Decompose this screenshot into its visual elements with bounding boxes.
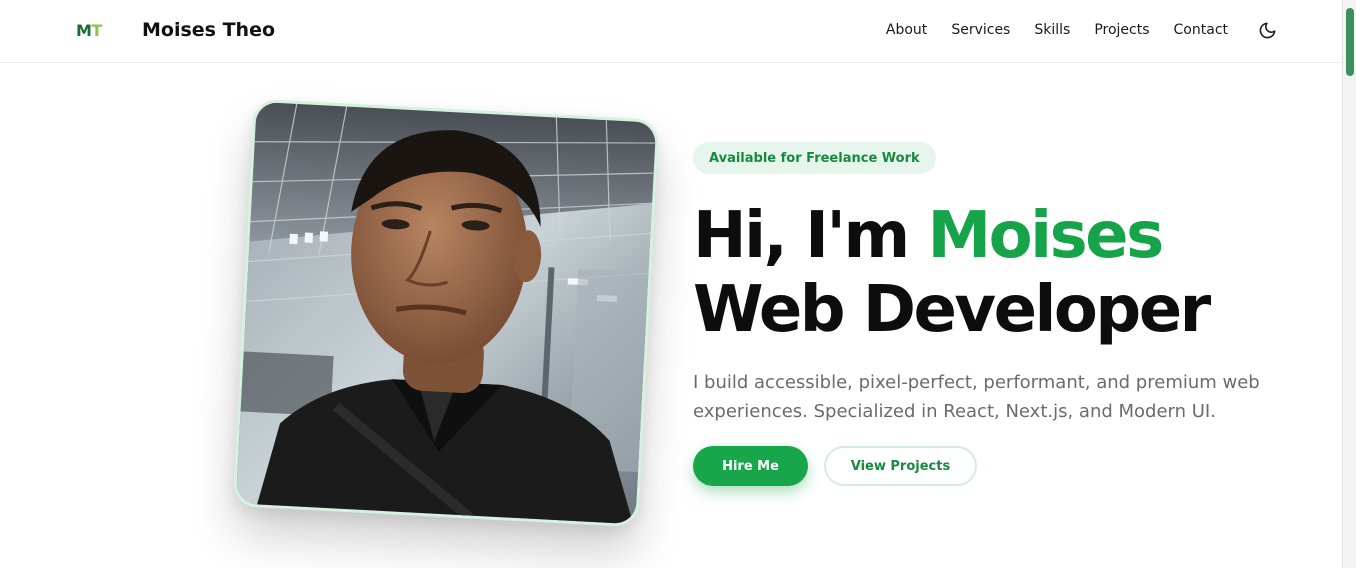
profile-photo-illustration: [235, 101, 660, 528]
page-scrollbar[interactable]: [1342, 0, 1356, 568]
nav-link-contact[interactable]: Contact: [1174, 18, 1228, 42]
profile-photo: [232, 98, 660, 528]
scrollbar-thumb[interactable]: [1346, 8, 1354, 76]
moon-icon: [1259, 22, 1275, 38]
nav-link-about[interactable]: About: [886, 18, 927, 42]
site-header: MT Moises Theo About Services Skills Pro…: [0, 0, 1342, 63]
nav-link-services[interactable]: Services: [951, 18, 1010, 42]
hire-me-button[interactable]: Hire Me: [693, 446, 808, 486]
headline-name: Moises: [927, 199, 1164, 273]
main-nav: About Services Skills Projects Contact: [862, 18, 1278, 42]
view-projects-button[interactable]: View Projects: [824, 446, 977, 486]
headline-prefix: Hi, I'm: [693, 199, 928, 273]
nav-link-skills[interactable]: Skills: [1034, 18, 1070, 42]
headline-role: Web Developer: [693, 273, 1211, 347]
availability-badge: Available for Freelance Work: [693, 142, 936, 174]
theme-toggle-button[interactable]: [1256, 19, 1278, 41]
nav-link-projects[interactable]: Projects: [1094, 18, 1149, 42]
hero-headline: Hi, I'm Moises Web Developer: [693, 199, 1211, 347]
hero-bio: I build accessible, pixel-perfect, perfo…: [693, 372, 1260, 422]
brand-name[interactable]: Moises Theo: [142, 19, 275, 41]
logo-letter-m: M: [76, 21, 92, 40]
page: MT Moises Theo About Services Skills Pro…: [0, 0, 1356, 568]
logo[interactable]: MT: [76, 21, 102, 40]
logo-letter-t: T: [91, 21, 102, 40]
